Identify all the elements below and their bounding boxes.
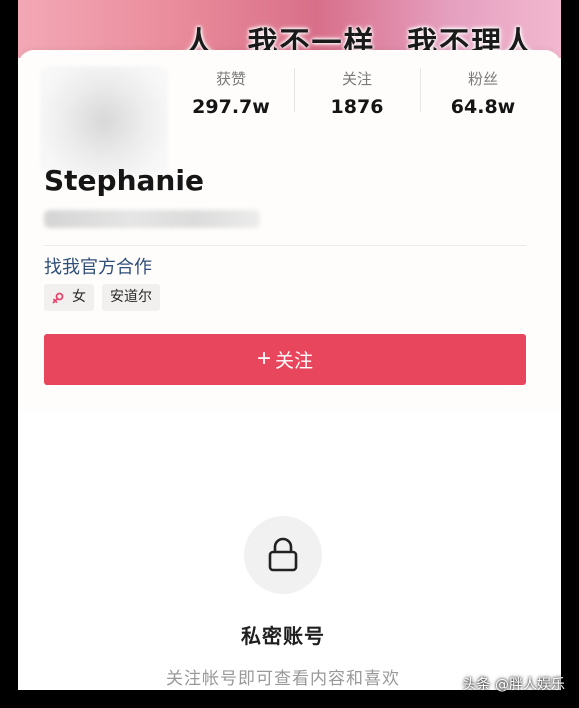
profile-card: 获赞 297.7w 关注 1876 粉丝 64.8w Stephanie 找我官… [18,50,561,410]
stat-label: 粉丝 [467,70,498,88]
profile-tags: 女 安道尔 [44,284,160,311]
private-account-title: 私密账号 [241,624,325,648]
stat-value: 64.8w [450,96,516,118]
profile-screen: 人 我不一样 我不理人 获赞 297.7w 关注 1876 粉丝 64.8w S… [18,0,561,708]
stat-following[interactable]: 关注 1876 [294,66,420,118]
stat-label: 关注 [341,70,372,88]
stat-value: 1876 [330,96,384,118]
female-icon [52,292,64,303]
location-tag: 安道尔 [102,284,160,311]
lock-badge [244,516,322,594]
stats-row: 获赞 297.7w 关注 1876 粉丝 64.8w [168,66,546,118]
stat-likes[interactable]: 获赞 297.7w [168,66,294,118]
account-id-blurred [44,210,260,228]
watermark: 头条 @胖人娱乐 [462,677,565,693]
username: Stephanie [44,164,204,197]
follow-label: 关注 [275,351,314,372]
follow-button[interactable]: + 关注 [44,334,526,385]
avatar[interactable] [40,66,168,176]
divider [44,245,526,246]
gender-tag: 女 [44,284,94,311]
lock-icon [268,537,298,572]
stat-label: 获赞 [215,70,246,88]
plus-icon: + [256,344,271,372]
stat-followers[interactable]: 粉丝 64.8w [420,66,546,118]
stat-value: 297.7w [192,96,270,118]
location-label: 安道尔 [110,289,152,305]
gender-label: 女 [72,289,86,305]
cooperation-link[interactable]: 找我官方合作 [44,253,152,279]
